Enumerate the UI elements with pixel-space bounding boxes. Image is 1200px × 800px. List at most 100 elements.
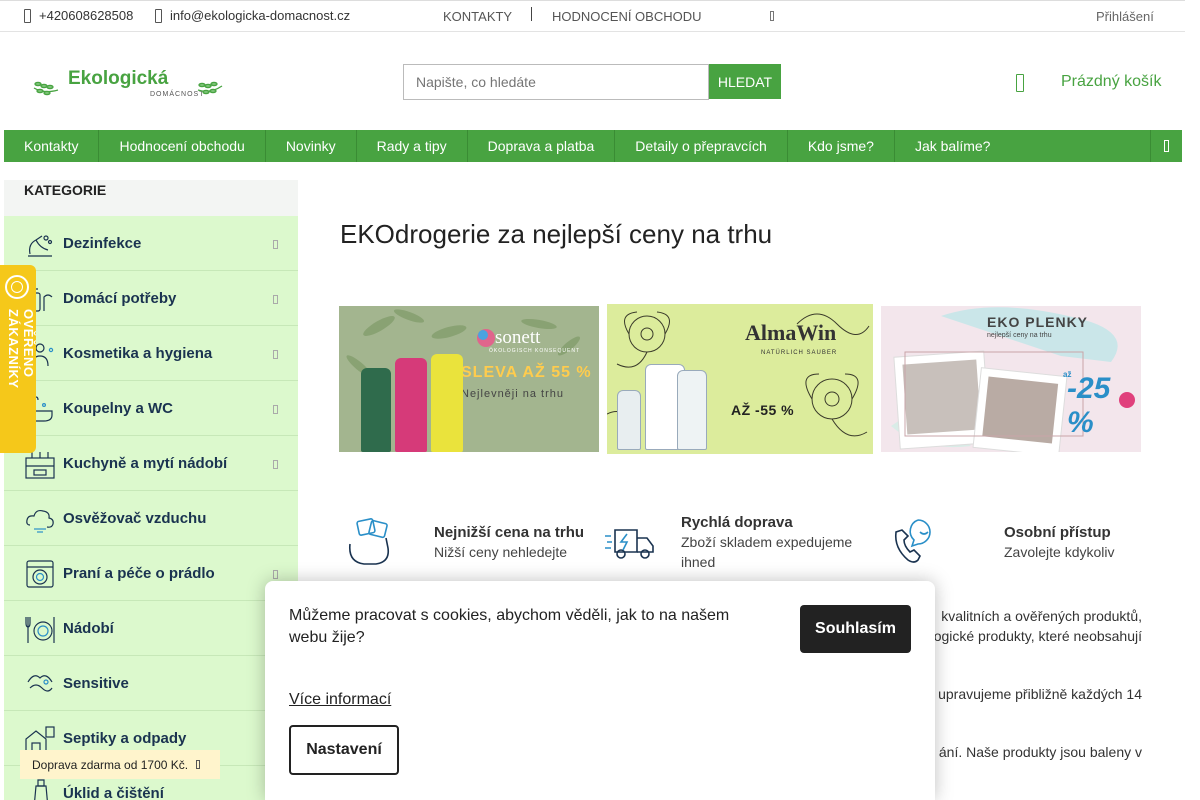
free-shipping-text: Doprava zdarma od 1700 Kč. (32, 758, 189, 772)
cookie-consent-dialog: Můžeme pracovat s cookies, abychom věděl… (265, 581, 935, 800)
logo-text: Ekologická (68, 68, 169, 89)
sonett-subtitle: Nejlevněji na trhu (461, 388, 564, 400)
free-shipping-notice: Doprava zdarma od 1700 Kč. (20, 750, 220, 779)
more-icon[interactable] (770, 11, 774, 21)
nav-item-packing[interactable]: Jak balíme? (895, 130, 1010, 162)
logo-subtext: DOMÁCNOST (150, 89, 205, 98)
product-bottle (677, 370, 707, 450)
nav-item-news[interactable]: Novinky (266, 130, 357, 162)
product-bottle (431, 354, 463, 452)
category-item[interactable]: Domácí potřeby (4, 271, 298, 326)
category-item[interactable]: Kosmetika a hygiena (4, 326, 298, 381)
category-label: Osvěžovač vzduchu (63, 510, 207, 527)
almawin-discount: AŽ -55 % (731, 402, 795, 418)
page-title: EKOdrogerie za nejlepší ceny na trhu (340, 219, 773, 249)
top-link-reviews[interactable]: HODNOCENÍ OBCHODU (552, 9, 702, 24)
search-button[interactable]: HLEDAT (709, 64, 781, 99)
cookie-more-info-link[interactable]: Více informací (289, 691, 391, 709)
nav-item-about[interactable]: Kdo jsme? (788, 130, 895, 162)
category-item[interactable]: Osvěžovač vzduchu (4, 491, 298, 546)
nav-item-tips[interactable]: Rady a tipy (357, 130, 468, 162)
banner-sonett[interactable]: sonett ÖKOLOGISCH KONSEQUENT SLEVA AŽ 55… (339, 306, 599, 452)
delivery-truck-icon (605, 529, 654, 559)
category-item[interactable]: Dezinfekce (4, 216, 298, 271)
cookie-settings-button[interactable]: Nastavení (289, 725, 399, 775)
body-text-line: ogické produkty, které neobsahují (933, 628, 1142, 644)
site-logo[interactable]: Ekologická DOMÁCNOST (30, 64, 226, 100)
category-label: Úklid a čištění (63, 785, 164, 800)
top-bar: +420608628508 info@ekologicka-domacnost.… (0, 0, 1185, 32)
login-link[interactable]: Přihlášení (1096, 9, 1154, 24)
cookie-accept-button[interactable]: Souhlasím (800, 605, 911, 653)
category-label: Koupelny a WC (63, 400, 174, 417)
product-bottle (361, 368, 391, 452)
nav-item-contacts[interactable]: Kontakty (4, 130, 100, 162)
chevron-right-icon (273, 350, 278, 359)
main-navigation: Kontakty Hodnocení obchodu Novinky Rady … (4, 130, 1182, 162)
feature-title: Nejnižší cena na trhu (434, 524, 585, 541)
phone-contact[interactable]: +420608628508 (24, 8, 133, 23)
phone-support-icon (894, 519, 931, 563)
cart-icon[interactable] (1016, 74, 1024, 92)
email-icon (155, 8, 162, 23)
sonett-logo: sonett (495, 327, 541, 348)
feature-fast-delivery: Rychlá doprava Zboží skladem expedujeme … (605, 512, 865, 574)
category-label: Kosmetika a hygiena (63, 345, 213, 362)
laundry-icon (26, 560, 54, 588)
cart-label[interactable]: Prázdný košík (1061, 73, 1161, 91)
air-freshener-icon (26, 509, 54, 533)
product-bottle (617, 390, 641, 450)
category-label: Kuchyně a mytí nádobí (63, 455, 228, 472)
top-divider (531, 7, 532, 21)
phone-icon (24, 8, 31, 23)
category-item[interactable]: Nádobí (4, 601, 298, 656)
plenky-title: EKO PLENKY (987, 314, 1089, 330)
feature-description: Zavolejte kdykoliv (1004, 544, 1115, 560)
top-link-contacts[interactable]: KONTAKTY (443, 9, 512, 24)
sonett-tagline: ÖKOLOGISCH KONSEQUENT (489, 348, 581, 354)
category-item[interactable]: Sensitive (4, 656, 298, 711)
body-text-line: kvalitních a ověřených produktů, (941, 608, 1142, 624)
category-sidebar: KATEGORIE Dezinfekce Domácí potřeby Kosm… (4, 180, 298, 800)
verified-customers-badge[interactable]: OVĚŘENO ZÁKAZNÍKY (0, 265, 36, 453)
category-label: Nádobí (63, 620, 114, 637)
disinfection-icon (28, 235, 53, 257)
nav-item-shipping[interactable]: Doprava a platba (468, 130, 616, 162)
sonett-discount: SLEVA AŽ 55 % (461, 364, 592, 381)
chevron-right-icon (273, 295, 278, 304)
feature-title: Rychlá doprava (681, 514, 793, 531)
feature-personal-approach: Osobní přístup Zavolejte kdykoliv (890, 516, 1140, 572)
phone-number: +420608628508 (39, 8, 134, 23)
category-label: Domácí potřeby (63, 290, 177, 307)
plenky-discount: -25 % (1067, 372, 1111, 439)
almawin-tagline: NATÜRLICH SAUBER (761, 350, 838, 356)
category-item[interactable]: Praní a péče o prádlo (4, 546, 298, 601)
feature-lowest-price: Nejnižší cena na trhu Nižší ceny nehlede… (346, 516, 596, 572)
laurel-left-icon (33, 81, 59, 96)
nav-more-button[interactable] (1150, 130, 1182, 162)
nav-item-carriers[interactable]: Detaily o přepravcích (615, 130, 788, 162)
category-item[interactable]: Koupelny a WC (4, 381, 298, 436)
almawin-logo: AlmaWin (745, 320, 837, 345)
product-bottle (395, 358, 427, 452)
badge-text: OVĚŘENO ZÁKAZNÍKY (6, 309, 36, 389)
banner-almawin[interactable]: AlmaWin NATÜRLICH SAUBER AŽ -55 % (607, 304, 873, 454)
category-label: Dezinfekce (63, 235, 142, 252)
body-text-line: upravujeme přibližně každých 14 (938, 686, 1142, 702)
banner-eko-plenky[interactable]: EKO PLENKY nejlepší ceny na trhu až -25 … (881, 306, 1141, 452)
chevron-right-icon (273, 240, 278, 249)
feature-description: Zboží skladem expedujeme ihned (681, 534, 853, 570)
verified-seal-icon (5, 275, 29, 299)
category-list: Dezinfekce Domácí potřeby Kosmetika a hy… (4, 216, 298, 800)
category-label: Sensitive (63, 675, 129, 692)
email-contact[interactable]: info@ekologicka-domacnost.cz (155, 8, 350, 23)
nav-more-icon (1164, 140, 1169, 152)
category-item[interactable]: Kuchyně a mytí nádobí (4, 436, 298, 491)
feature-description: Nižší ceny nehledejte (434, 544, 568, 560)
cleaning-icon (34, 779, 48, 800)
search-input[interactable] (403, 64, 709, 100)
close-icon[interactable] (196, 760, 200, 769)
plenky-subtitle: nejlepší ceny na trhu (987, 332, 1052, 339)
chevron-right-icon (273, 405, 278, 414)
nav-item-reviews[interactable]: Hodnocení obchodu (99, 130, 266, 162)
